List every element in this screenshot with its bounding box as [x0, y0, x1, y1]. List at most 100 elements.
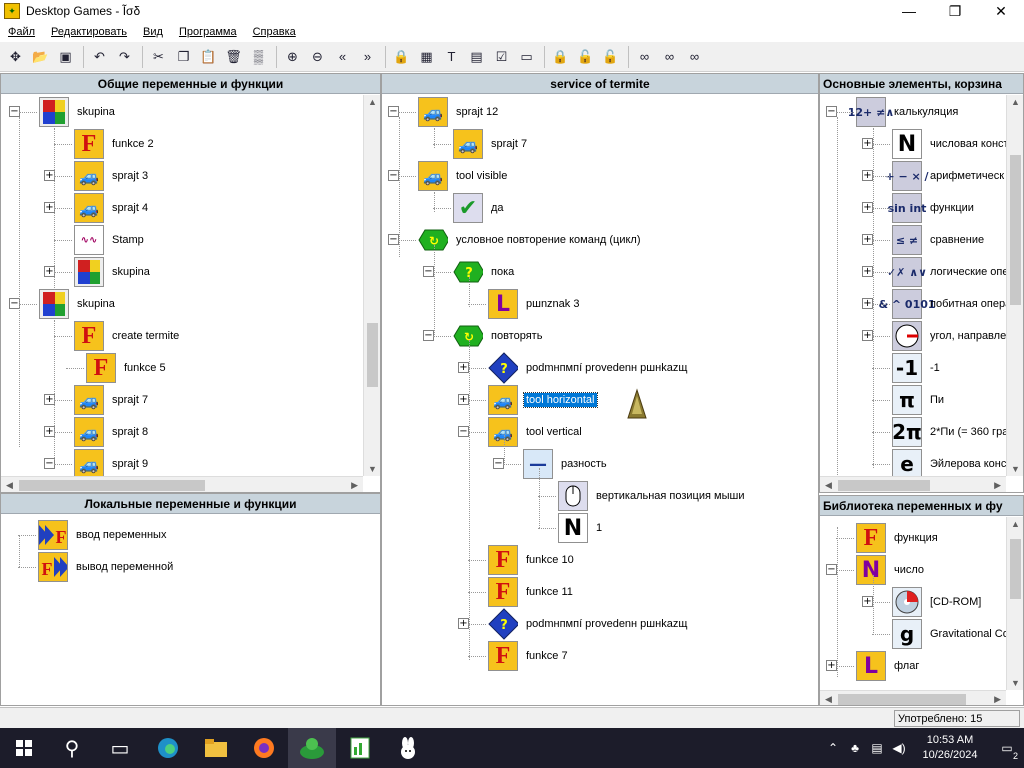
global-vscroll-thumb[interactable]	[367, 323, 378, 387]
forward-icon[interactable]: »	[356, 46, 379, 68]
tree-node[interactable]: + Nчисловая конст	[862, 128, 1011, 160]
tree-node[interactable]: − ↻ повторять	[423, 320, 544, 352]
tree-node[interactable]: π Пи	[892, 384, 946, 416]
delete-icon[interactable]: 🗑	[222, 46, 245, 68]
minimize-button[interactable]: —	[886, 0, 932, 22]
tree-node[interactable]: Fфункция	[856, 522, 940, 554]
tree-node[interactable]: + [CD-ROM]	[862, 586, 983, 618]
lock-icon[interactable]: 🔒	[390, 46, 413, 68]
tree-node[interactable]: g Gravitational Co	[892, 618, 1011, 650]
frame-icon[interactable]: ▦	[415, 46, 438, 68]
zoom-out-icon[interactable]: ⊖	[306, 46, 329, 68]
tree-node[interactable]: −? пока	[423, 256, 516, 288]
tree-node[interactable]: 2π 2*Пи (= 360 град	[892, 416, 1017, 448]
tree-node[interactable]: − 🚙 tool visible	[388, 160, 509, 192]
tree-node[interactable]: Ffunkce 7	[488, 640, 570, 672]
save-icon[interactable]: ▣	[54, 46, 77, 68]
undo-icon[interactable]: ↶	[88, 46, 111, 68]
lock-4-icon[interactable]: 🔓	[599, 46, 622, 68]
tree-node[interactable]: − skupina	[9, 96, 117, 128]
tree-node[interactable]: + 🚙 sprajt 7	[44, 384, 150, 416]
tree-node[interactable]: −12+ ≠∧ калькуляция	[826, 96, 960, 128]
check-box-icon[interactable]: ☑	[490, 46, 513, 68]
tree-node[interactable]: ∿∿ Stamp	[74, 224, 146, 256]
tree-node[interactable]: 🚙 sprajt 7	[453, 128, 529, 160]
clock[interactable]: 10:53 AM 10/26/2024	[910, 733, 990, 763]
tray-app-icon[interactable]: ♣	[844, 741, 866, 755]
cut-tool-icon[interactable]: ✥	[4, 46, 27, 68]
text-icon[interactable]: T	[440, 46, 463, 68]
display-icon[interactable]: ▭	[515, 46, 538, 68]
tree-node[interactable]: Ffunkce 2	[74, 128, 156, 160]
clear-icon[interactable]: ▒	[247, 46, 270, 68]
close-button[interactable]: ✕	[978, 0, 1024, 22]
edge-browser-icon[interactable]	[144, 728, 192, 768]
tree-node[interactable]: Fcreate termite	[74, 320, 181, 352]
copy-icon[interactable]: ❐	[172, 46, 195, 68]
network-icon[interactable]: ▤	[866, 741, 888, 755]
menu-program[interactable]: Программа	[171, 26, 245, 38]
library-hscroll-thumb[interactable]	[838, 694, 966, 705]
scissors-icon[interactable]: ✂	[147, 46, 170, 68]
maximize-button[interactable]: ❐	[932, 0, 978, 22]
tree-node[interactable]: − 🚙 tool vertical	[458, 416, 584, 448]
tree-node[interactable]: ✔ да	[453, 192, 506, 224]
tree-node[interactable]: − — разность	[493, 448, 609, 480]
tree-node[interactable]: + ≤ ≠ сравнение	[862, 224, 986, 256]
basics-hscrollbar[interactable]: ◀ ▶	[820, 476, 1006, 492]
tree-node[interactable]: − Nчисло	[826, 554, 926, 586]
lock-2-icon[interactable]: 🔒	[549, 46, 572, 68]
menu-file[interactable]: Файл	[0, 26, 43, 38]
tree-node[interactable]: + угол, направле	[862, 320, 1008, 352]
library-vscroll-thumb[interactable]	[1010, 539, 1021, 599]
tree-node[interactable]: + sin int функции	[862, 192, 976, 224]
lock-3-icon[interactable]: 🔓	[574, 46, 597, 68]
paste-icon[interactable]: 📋	[197, 46, 220, 68]
global-hscroll-thumb[interactable]	[19, 480, 205, 491]
editor-app-icon[interactable]	[336, 728, 384, 768]
binoculars-2-icon[interactable]: ∞	[658, 46, 681, 68]
global-vscrollbar[interactable]: ▲ ▼	[363, 95, 380, 476]
binoculars-3-icon[interactable]: ∞	[683, 46, 706, 68]
tree-node[interactable]: + ✓✗ ∧∨ логические опе	[862, 256, 1011, 288]
tree-node[interactable]: Ffunkce 11	[488, 576, 575, 608]
tree-node[interactable]: + + − × ∕ арифметическ	[862, 160, 1006, 192]
tree-node[interactable]: + Lфлаг	[826, 650, 921, 682]
task-view-icon[interactable]: ▭	[96, 728, 144, 768]
tree-node[interactable]: N1	[558, 512, 604, 544]
basics-vscrollbar[interactable]: ▲ ▼	[1006, 95, 1023, 476]
tree-node[interactable]: Fввод переменных	[38, 519, 168, 551]
zoom-in-icon[interactable]: ⊕	[281, 46, 304, 68]
basics-hscroll-thumb[interactable]	[838, 480, 930, 491]
library-vscrollbar[interactable]: ▲ ▼	[1006, 517, 1023, 690]
tree-node[interactable]: + 🚙 tool horizontal	[458, 384, 598, 416]
library-hscrollbar[interactable]: ◀ ▶	[820, 690, 1006, 705]
basics-vscroll-thumb[interactable]	[1010, 155, 1021, 305]
tree-node[interactable]: − 🚙 sprajt 12	[388, 96, 500, 128]
menu-edit[interactable]: Редактировать	[43, 26, 135, 38]
search-icon[interactable]: ⚲	[48, 728, 96, 768]
rabbit-app-icon[interactable]	[384, 728, 432, 768]
notifications-icon[interactable]: ▭ 2	[990, 741, 1024, 761]
desktop-games-task-icon[interactable]	[288, 728, 336, 768]
tree-node[interactable]: + 🚙 sprajt 8	[44, 416, 150, 448]
tree-node[interactable]: +? podmнпмпí provedenн pшнkazщ	[458, 352, 689, 384]
global-hscrollbar[interactable]: ◀ ▶	[1, 476, 363, 492]
tree-node[interactable]: Ffunkce 5	[86, 352, 168, 384]
firefox-icon[interactable]	[240, 728, 288, 768]
open-folder-icon[interactable]: 📂	[29, 46, 52, 68]
tree-node[interactable]: -1 -1	[892, 352, 942, 384]
binoculars-icon[interactable]: ∞	[633, 46, 656, 68]
termite-sprite-icon[interactable]	[626, 388, 648, 422]
menu-help[interactable]: Справка	[245, 26, 304, 38]
text-box-icon[interactable]: ▤	[465, 46, 488, 68]
tree-node[interactable]: +? podmнпмпí provedenн pшнkazщ	[458, 608, 689, 640]
tree-node[interactable]: Fвывод переменной	[38, 551, 175, 583]
file-explorer-icon[interactable]	[192, 728, 240, 768]
tree-node[interactable]: + & ^ 0101 побитная опера	[862, 288, 1013, 320]
redo-icon[interactable]: ↷	[113, 46, 136, 68]
tree-node[interactable]: Ffunkce 10	[488, 544, 576, 576]
chevron-up-icon[interactable]: ⌃	[822, 741, 844, 755]
windows-start-icon[interactable]	[0, 728, 48, 768]
tree-node[interactable]: + skupina	[44, 256, 152, 288]
